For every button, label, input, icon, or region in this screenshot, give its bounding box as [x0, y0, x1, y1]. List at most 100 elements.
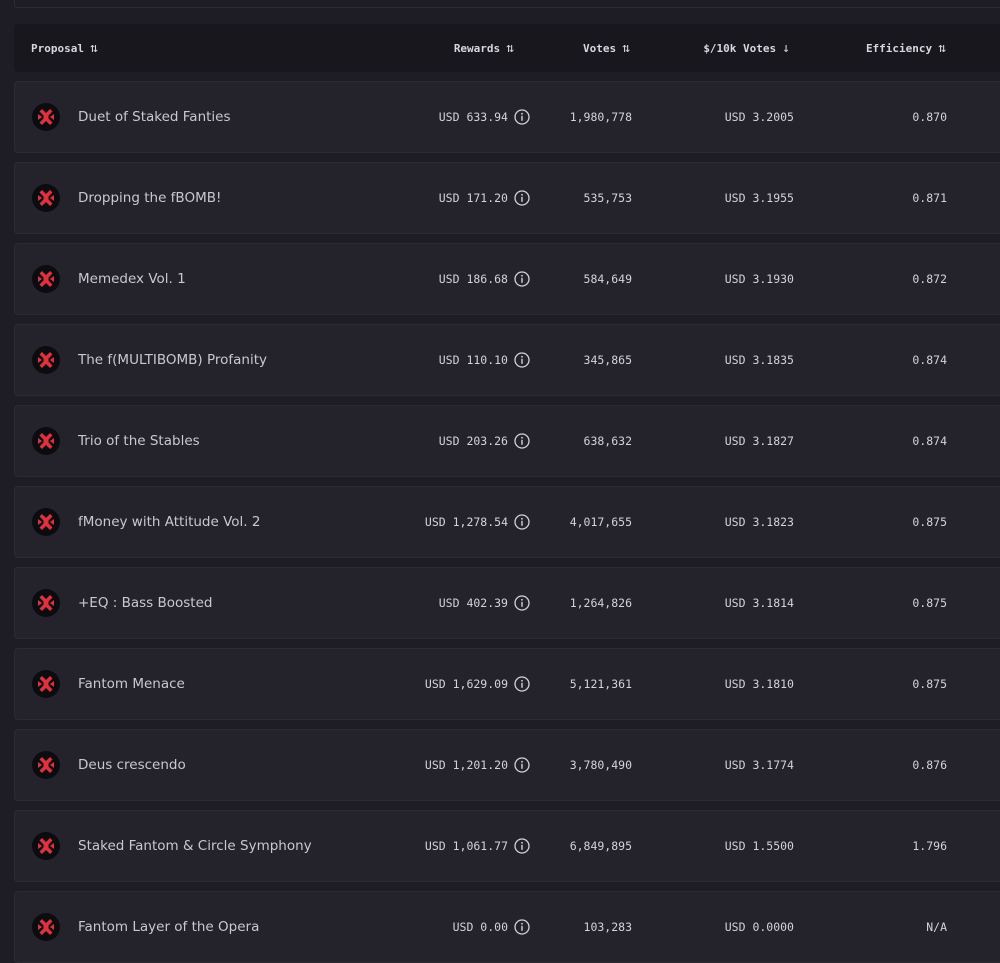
votes-value: 3,780,490: [569, 758, 632, 772]
votes-value: 638,632: [583, 434, 632, 448]
red-x-logo-icon: [32, 751, 60, 779]
sort-both-icon: ⇅: [506, 40, 514, 56]
table-row[interactable]: fMoney with Attitude Vol. 2 USD 1,278.54…: [14, 486, 1000, 558]
info-icon[interactable]: [514, 352, 530, 368]
table-row[interactable]: Staked Fantom & Circle Symphony USD 1,06…: [14, 810, 1000, 882]
per10k-value: USD 3.1814: [724, 596, 794, 610]
votes-value: 103,283: [583, 920, 632, 934]
table-row[interactable]: Dropping the fBOMB! USD 171.20 535,753 U…: [14, 162, 1000, 234]
info-icon[interactable]: [514, 109, 530, 125]
rewards-value: USD 110.10: [438, 353, 508, 367]
efficiency-value: 0.874: [912, 353, 947, 367]
red-x-logo-icon: [32, 427, 60, 455]
proposal-name: Staked Fantom & Circle Symphony: [78, 838, 312, 854]
rewards-value: USD 186.68: [438, 272, 508, 286]
votes-value: 584,649: [583, 272, 632, 286]
votes-value: 5,121,361: [569, 677, 632, 691]
column-header-label: $/10k Votes: [703, 41, 777, 55]
table-row[interactable]: Memedex Vol. 1 USD 186.68 584,649 USD 3.…: [14, 243, 1000, 315]
votes-value: 535,753: [583, 191, 632, 205]
sort-both-icon: ⇅: [938, 40, 946, 56]
per10k-value: USD 3.1810: [724, 677, 794, 691]
per10k-value: USD 3.1955: [724, 191, 794, 205]
info-icon[interactable]: [514, 676, 530, 692]
red-x-logo-icon: [32, 346, 60, 374]
rewards-cell: USD 186.68: [439, 244, 530, 314]
sort-descending-icon: ↓: [782, 40, 790, 56]
efficiency-value: 0.870: [912, 110, 947, 124]
red-x-logo-icon: [32, 670, 60, 698]
info-icon[interactable]: [514, 838, 530, 854]
table-row[interactable]: Fantom Menace USD 1,629.09 5,121,361 USD…: [14, 648, 1000, 720]
info-icon[interactable]: [514, 271, 530, 287]
per10k-value: USD 3.2005: [724, 110, 794, 124]
column-header-rewards[interactable]: Rewards ⇅: [454, 24, 514, 72]
efficiency-value: 1.796: [912, 839, 947, 853]
rewards-value: USD 402.39: [438, 596, 508, 610]
column-header-label: Votes: [583, 41, 617, 55]
info-icon[interactable]: [514, 514, 530, 530]
proposal-name: Fantom Menace: [78, 676, 185, 692]
rewards-value: USD 1,201.20: [424, 758, 508, 772]
rewards-cell: USD 203.26: [439, 406, 530, 476]
sort-both-icon: ⇅: [89, 40, 98, 56]
per10k-value: USD 3.1823: [724, 515, 794, 529]
proposal-name: Memedex Vol. 1: [78, 271, 186, 287]
rewards-value: USD 203.26: [438, 434, 508, 448]
efficiency-value: N/A: [926, 920, 947, 934]
rewards-cell: USD 1,278.54: [425, 487, 530, 557]
info-icon[interactable]: [514, 757, 530, 773]
top-panel-edge: [14, 0, 1000, 8]
info-icon[interactable]: [514, 919, 530, 935]
proposal-name: Deus crescendo: [78, 757, 186, 773]
per10k-value: USD 3.1827: [724, 434, 794, 448]
red-x-logo-icon: [32, 508, 60, 536]
votes-value: 345,865: [583, 353, 632, 367]
proposals-table: Proposal ⇅ Rewards ⇅ Votes ⇅ $/10k Votes…: [14, 24, 1000, 963]
rewards-cell: USD 1,629.09: [425, 649, 530, 719]
column-header-efficiency[interactable]: Efficiency ⇅: [866, 24, 946, 72]
table-row[interactable]: +EQ : Bass Boosted USD 402.39 1,264,826 …: [14, 567, 1000, 639]
table-row[interactable]: Deus crescendo USD 1,201.20 3,780,490 US…: [14, 729, 1000, 801]
table-row[interactable]: Duet of Staked Fanties USD 633.94 1,980,…: [14, 81, 1000, 153]
rewards-value: USD 633.94: [438, 110, 508, 124]
rewards-value: USD 0.00: [452, 920, 508, 934]
column-header-label: Rewards: [453, 41, 501, 55]
info-icon[interactable]: [514, 190, 530, 206]
rewards-value: USD 1,629.09: [424, 677, 508, 691]
info-icon[interactable]: [514, 433, 530, 449]
sort-both-icon: ⇅: [622, 40, 630, 56]
red-x-logo-icon: [32, 589, 60, 617]
rewards-value: USD 171.20: [438, 191, 508, 205]
info-icon[interactable]: [514, 595, 530, 611]
column-header-label: Proposal: [31, 41, 84, 55]
column-header-label: Efficiency: [865, 41, 933, 55]
rewards-cell: USD 1,061.77: [425, 811, 530, 881]
column-header-proposal[interactable]: Proposal ⇅: [31, 24, 98, 72]
proposal-name: The f(MULTIBOMB) Profanity: [78, 352, 267, 368]
efficiency-value: 0.875: [912, 596, 947, 610]
votes-value: 1,264,826: [569, 596, 632, 610]
red-x-logo-icon: [32, 265, 60, 293]
column-header-votes[interactable]: Votes ⇅: [583, 24, 630, 72]
proposal-name: fMoney with Attitude Vol. 2: [78, 514, 261, 530]
table-row[interactable]: Fantom Layer of the Opera USD 0.00 103,2…: [14, 891, 1000, 963]
proposal-name: Fantom Layer of the Opera: [78, 919, 260, 935]
efficiency-value: 0.875: [912, 677, 947, 691]
red-x-logo-icon: [32, 184, 60, 212]
votes-value: 1,980,778: [569, 110, 632, 124]
proposal-name: Duet of Staked Fanties: [78, 109, 231, 125]
rewards-value: USD 1,061.77: [424, 839, 508, 853]
table-row[interactable]: Trio of the Stables USD 203.26 638,632 U…: [14, 405, 1000, 477]
rewards-cell: USD 171.20: [439, 163, 530, 233]
rewards-cell: USD 110.10: [439, 325, 530, 395]
red-x-logo-icon: [32, 103, 60, 131]
per10k-value: USD 3.1835: [724, 353, 794, 367]
efficiency-value: 0.876: [912, 758, 947, 772]
per10k-value: USD 1.5500: [724, 839, 794, 853]
table-header: Proposal ⇅ Rewards ⇅ Votes ⇅ $/10k Votes…: [14, 24, 1000, 72]
table-row[interactable]: The f(MULTIBOMB) Profanity USD 110.10 34…: [14, 324, 1000, 396]
efficiency-value: 0.874: [912, 434, 947, 448]
rewards-cell: USD 1,201.20: [425, 730, 530, 800]
column-header-per10k[interactable]: $/10k Votes ↓: [703, 24, 790, 72]
